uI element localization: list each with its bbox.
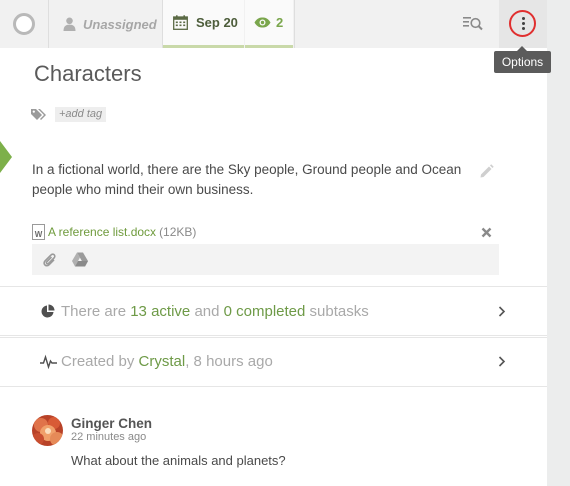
task-description[interactable]: In a fictional world, there are the Sky … <box>32 160 472 200</box>
task-toolbar: Unassigned Sep 20 2 <box>0 0 547 48</box>
word-doc-letter: W <box>34 230 43 239</box>
avatar[interactable] <box>32 415 63 446</box>
more-vertical-icon <box>522 17 525 20</box>
tag-icon <box>31 109 46 120</box>
subtasks-mid: and <box>194 302 220 320</box>
activity-icon <box>40 354 57 369</box>
eye-icon <box>254 17 271 28</box>
completed-subtasks-count: 0 completed <box>223 302 306 320</box>
subtasks-prefix: There are <box>61 302 127 320</box>
due-date-button[interactable]: Sep 20 <box>163 0 244 48</box>
word-doc-icon: W <box>32 224 45 240</box>
current-task-marker <box>0 141 12 173</box>
user-icon <box>63 17 76 31</box>
subtasks-summary: There are 13 active and 0 completed subt… <box>61 303 369 320</box>
pencil-icon[interactable] <box>479 164 494 179</box>
toolbar-divider <box>294 0 295 48</box>
attachment-name[interactable]: A reference list.docx <box>48 225 156 239</box>
chevron-right-icon <box>498 355 506 367</box>
section-divider <box>0 386 547 387</box>
assignee-button[interactable]: Unassigned <box>63 0 157 48</box>
activity-summary: Created by Crystal, 8 hours ago <box>61 353 273 370</box>
attachment-item[interactable]: W A reference list.docx (12KB) <box>32 224 196 240</box>
attachment-size: (12KB) <box>159 225 197 239</box>
calendar-icon <box>173 15 188 30</box>
comment-body: What about the animals and planets? <box>71 453 286 468</box>
comment-author[interactable]: Ginger Chen <box>71 416 152 431</box>
chevron-right-icon <box>498 305 506 317</box>
section-divider <box>0 335 547 336</box>
attachment-toolbar <box>32 244 499 275</box>
activity-row[interactable]: Created by Crystal, 8 hours ago <box>0 337 547 385</box>
paperclip-icon[interactable] <box>41 252 56 268</box>
activity-prefix: Created by <box>61 352 135 370</box>
subtasks-suffix: subtasks <box>309 302 369 320</box>
options-button[interactable] <box>499 0 547 48</box>
activity-suffix: , 8 hours ago <box>185 352 273 370</box>
activity-author[interactable]: Crystal <box>139 353 186 370</box>
more-vertical-icon <box>522 27 525 30</box>
avatar-image <box>32 415 63 446</box>
options-tooltip: Options <box>494 46 551 73</box>
due-date-label: Sep 20 <box>196 15 238 30</box>
search-list-icon[interactable] <box>463 15 483 33</box>
google-drive-icon[interactable] <box>72 252 88 267</box>
more-vertical-icon <box>522 22 525 25</box>
active-subtasks-count: 13 active <box>130 302 191 320</box>
pie-chart-icon <box>41 304 55 317</box>
close-icon[interactable] <box>481 227 492 238</box>
highlight-ring <box>509 10 536 37</box>
followers-count: 2 <box>276 15 284 30</box>
followers-button[interactable]: 2 <box>245 0 293 48</box>
toolbar-divider <box>48 0 49 48</box>
task-title[interactable]: Characters <box>34 61 142 87</box>
add-tag-button[interactable]: +add tag <box>55 107 107 122</box>
comment-timestamp: 22 minutes ago <box>71 431 147 443</box>
right-gutter <box>547 0 570 486</box>
subtasks-row[interactable]: There are 13 active and 0 completed subt… <box>0 287 547 335</box>
status-circle-icon[interactable] <box>13 13 35 35</box>
assignee-label: Unassigned <box>83 16 157 32</box>
